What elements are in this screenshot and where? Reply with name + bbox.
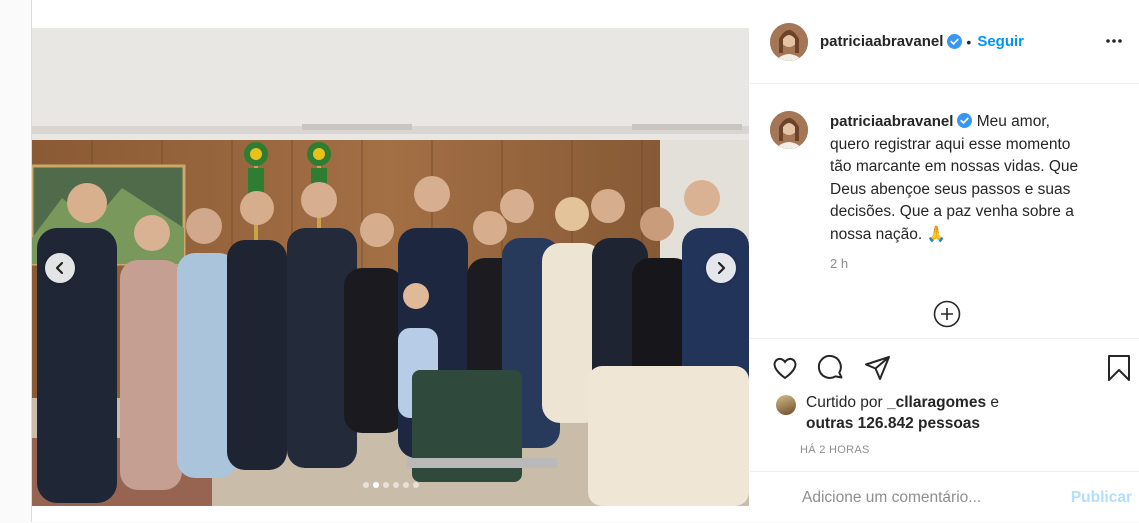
comment-input[interactable] [800, 487, 1054, 508]
load-more-comments-icon[interactable] [933, 300, 961, 328]
post-photo[interactable] [32, 28, 749, 506]
carousel-dot [392, 482, 399, 488]
caption-username[interactable]: patriciaabravanel [830, 113, 953, 130]
likes-connector: e [990, 394, 1000, 411]
verified-badge-icon [957, 113, 973, 128]
heart-icon[interactable] [770, 353, 800, 383]
follow-button[interactable]: Seguir [977, 33, 1024, 50]
more-options-icon[interactable] [1104, 31, 1124, 51]
carousel-dot [372, 482, 379, 488]
bookmark-icon[interactable] [1104, 353, 1134, 383]
carousel-dot [362, 482, 369, 488]
post-card: patriciaabravanel • Seguir patriciaabrav… [31, 0, 1139, 522]
avatar[interactable] [770, 22, 808, 61]
post-timestamp[interactable]: HÁ 2 HORAS [800, 444, 870, 456]
likes-prefix: Curtido por [806, 394, 883, 411]
caption-body: Meu amor, quero registrar aqui esse mome… [830, 113, 1079, 243]
caption-text: patriciaabravanel Meu amor, quero regist… [830, 111, 1080, 246]
carousel-dot [412, 482, 419, 488]
liker-avatar[interactable] [776, 395, 796, 415]
comment-icon[interactable] [816, 353, 846, 383]
likes-count[interactable]: outras 126.842 pessoas [806, 415, 980, 432]
carousel-next-button[interactable] [706, 253, 736, 283]
separator-dot: • [966, 33, 972, 50]
carousel-indicator [32, 482, 749, 488]
caption-avatar[interactable] [770, 111, 808, 149]
post-header: patriciaabravanel • Seguir [750, 0, 1139, 84]
caption-time[interactable]: 2 h [830, 256, 848, 271]
verified-badge-icon [947, 34, 963, 49]
liker-username[interactable]: _cllaragomes [887, 394, 986, 411]
carousel-dot [382, 482, 389, 488]
likes-summary: Curtido por _cllaragomes e outras 126.84… [776, 392, 1116, 434]
carousel-next-icon [717, 261, 726, 275]
action-bar [750, 338, 1139, 399]
share-icon[interactable] [863, 353, 893, 383]
post-sidebar: patriciaabravanel • Seguir patriciaabrav… [750, 0, 1139, 522]
carousel-dot [402, 482, 409, 488]
carousel-prev-button[interactable] [45, 253, 75, 283]
post-media [32, 0, 749, 522]
publish-button[interactable]: Publicar [1071, 489, 1132, 507]
carousel-prev-icon [55, 261, 64, 275]
username[interactable]: patriciaabravanel [820, 33, 943, 50]
comment-bar: Publicar [750, 471, 1139, 523]
